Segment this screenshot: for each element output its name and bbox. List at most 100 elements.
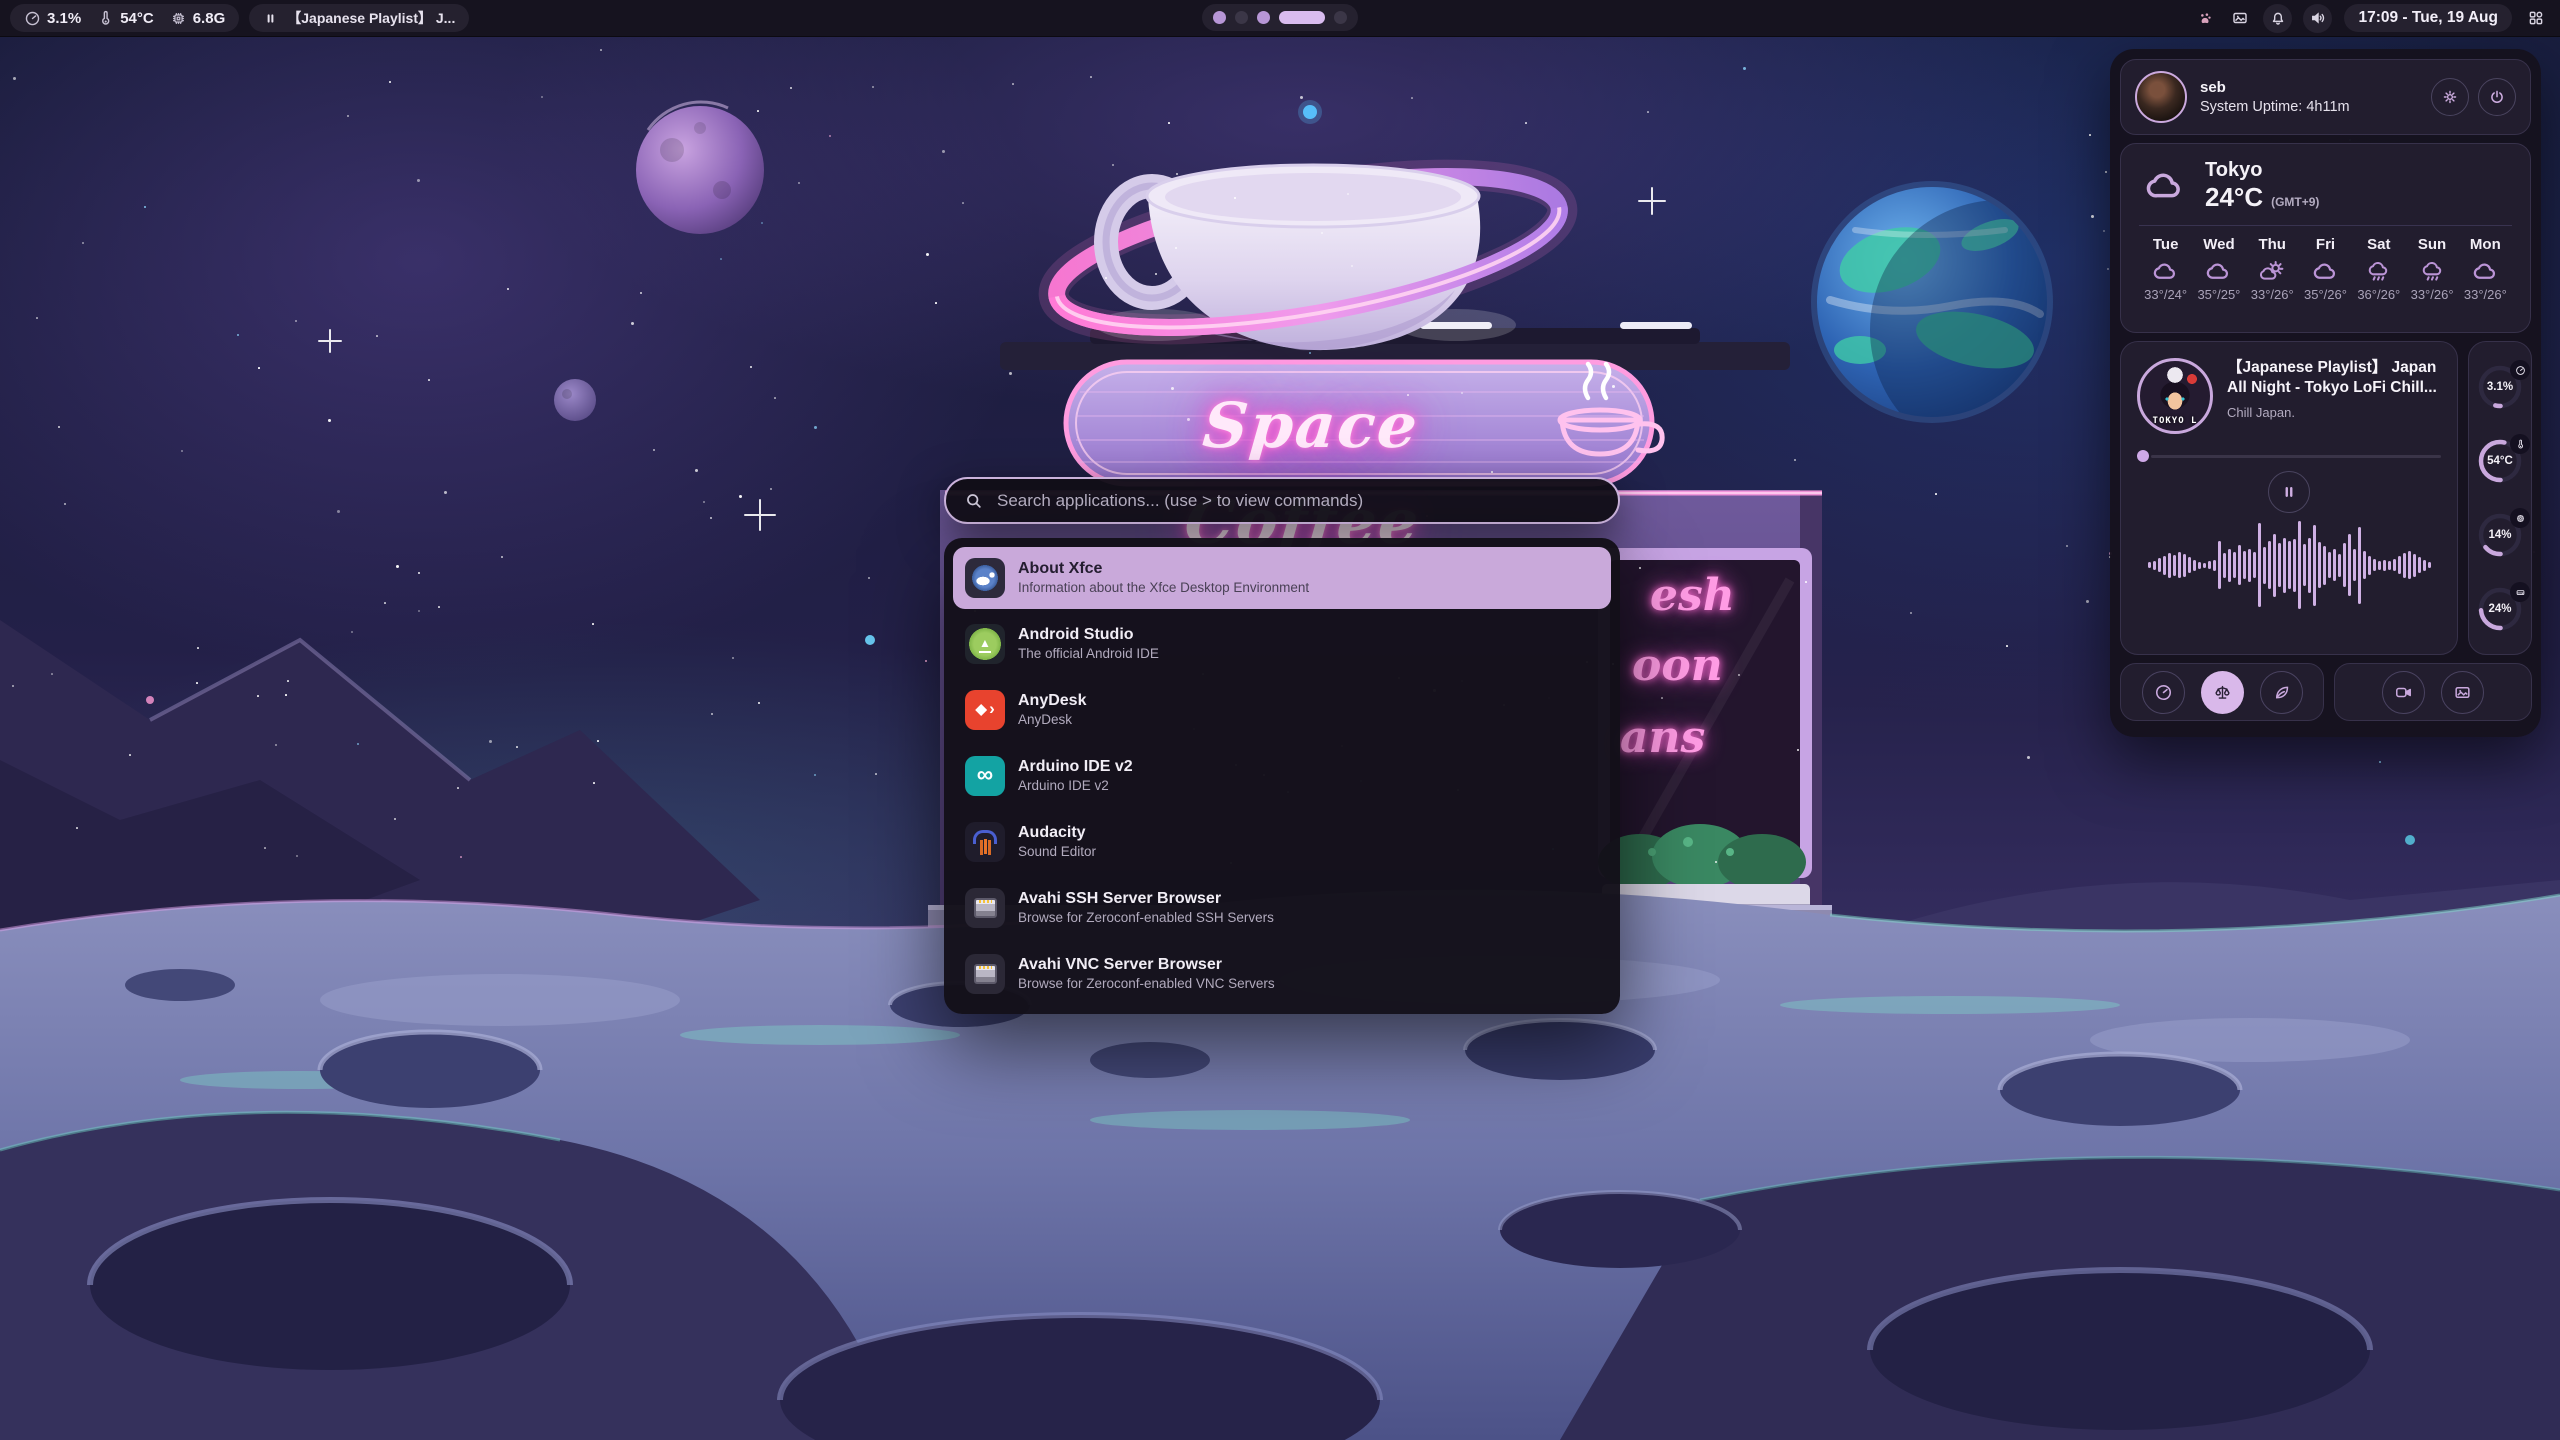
quick-toggle-button[interactable] bbox=[2382, 671, 2425, 714]
album-caption: TOKYO L bbox=[2140, 416, 2210, 426]
waveform-bar bbox=[2233, 552, 2236, 578]
weather-icon bbox=[2259, 258, 2286, 285]
cafe-window-sign: eshoonans bbox=[1598, 556, 1810, 872]
waveform-bar bbox=[2178, 552, 2181, 578]
forecast-day: Sat 36°/26° bbox=[2352, 236, 2405, 302]
overview-grid-icon[interactable] bbox=[2524, 6, 2548, 30]
workspace-dot[interactable] bbox=[1235, 11, 1248, 24]
waveform-bar bbox=[2418, 557, 2421, 573]
tray-icon[interactable] bbox=[2303, 4, 2332, 33]
waveform-bar bbox=[2168, 553, 2171, 578]
system-stats-pill: 3.1% 54°C 6.8G bbox=[10, 4, 239, 32]
tray-icons bbox=[2193, 4, 2332, 33]
pause-icon[interactable] bbox=[263, 11, 278, 26]
app-row[interactable]: Arduino IDE v2 Arduino IDE v2 bbox=[953, 745, 1611, 807]
stat-icon bbox=[97, 10, 114, 27]
quick-toggle-button[interactable] bbox=[2201, 671, 2244, 714]
weather-temperature: 24°C bbox=[2205, 182, 2263, 213]
quick-toggles-right bbox=[2334, 663, 2532, 721]
waveform-bar bbox=[2218, 541, 2221, 589]
workspace-dot[interactable] bbox=[1279, 11, 1325, 24]
tray-icon[interactable] bbox=[2193, 6, 2217, 30]
system-stat: 54°C bbox=[97, 10, 154, 27]
waveform-bar bbox=[2263, 547, 2266, 584]
workspace-dot[interactable] bbox=[1334, 11, 1347, 24]
waveform-bar bbox=[2188, 557, 2191, 573]
weather-icon bbox=[2365, 258, 2392, 285]
avatar[interactable] bbox=[2135, 71, 2187, 123]
weather-icon bbox=[2419, 258, 2446, 285]
window-sign-fragment: oon bbox=[1632, 640, 1723, 691]
forecast-day: Sun 33°/26° bbox=[2405, 236, 2458, 302]
waveform-bar bbox=[2323, 546, 2326, 585]
gauge-icon bbox=[2510, 434, 2530, 454]
quick-toggle-button[interactable] bbox=[2441, 671, 2484, 714]
waveform-bar bbox=[2193, 560, 2196, 571]
waveform-bar bbox=[2393, 559, 2396, 571]
stat-icon bbox=[24, 10, 41, 27]
app-description: Information about the Xfce Desktop Envir… bbox=[1018, 579, 1309, 597]
app-search-bar[interactable] bbox=[944, 477, 1620, 524]
search-input[interactable] bbox=[995, 490, 1600, 512]
tray-icon[interactable] bbox=[2228, 6, 2252, 30]
weather-icon bbox=[2205, 258, 2232, 285]
waveform-bar bbox=[2378, 561, 2381, 570]
clock[interactable]: 17:09 - Tue, 19 Aug bbox=[2344, 4, 2512, 32]
user-card: seb System Uptime: 4h11m bbox=[2120, 59, 2531, 135]
waveform-bar bbox=[2283, 538, 2286, 593]
quick-toggle-button[interactable] bbox=[2142, 671, 2185, 714]
waveform-bar bbox=[2223, 553, 2226, 578]
app-description: Sound Editor bbox=[1018, 843, 1096, 861]
toggle-icon bbox=[2394, 683, 2413, 702]
app-icon bbox=[965, 690, 1005, 730]
system-gauges: 3.1% 54°C 14% bbox=[2468, 341, 2532, 655]
system-stat: 3.1% bbox=[24, 10, 81, 27]
tray-icon[interactable] bbox=[2263, 4, 2292, 33]
progress-bar[interactable] bbox=[2137, 450, 2441, 462]
waveform-bar bbox=[2428, 562, 2431, 568]
app-row[interactable]: Audacity Sound Editor bbox=[953, 811, 1611, 873]
forecast-day: Thu 33°/26° bbox=[2246, 236, 2299, 302]
waveform-bar bbox=[2348, 534, 2351, 596]
app-row[interactable]: Avahi VNC Server Browser Browse for Zero… bbox=[953, 943, 1611, 1005]
app-row[interactable]: AnyDesk AnyDesk bbox=[953, 679, 1611, 741]
waveform-bar bbox=[2183, 554, 2186, 577]
gear-icon bbox=[2441, 88, 2459, 106]
sidebar-panel: seb System Uptime: 4h11m Tokyo 24°C (GMT… bbox=[2110, 49, 2541, 737]
waveform-bar bbox=[2403, 553, 2406, 578]
app-icon bbox=[965, 624, 1005, 664]
workspace-dot[interactable] bbox=[1213, 11, 1226, 24]
app-description: Browse for Zeroconf-enabled VNC Servers bbox=[1018, 975, 1275, 993]
app-row[interactable]: Android Studio The official Android IDE bbox=[953, 613, 1611, 675]
waveform-bar bbox=[2208, 561, 2211, 569]
app-description: AnyDesk bbox=[1018, 711, 1086, 729]
quick-toggle-button[interactable] bbox=[2260, 671, 2303, 714]
app-row[interactable]: About Xfce Information about the Xfce De… bbox=[953, 547, 1611, 609]
waveform-bar bbox=[2153, 561, 2156, 570]
settings-button[interactable] bbox=[2431, 78, 2469, 116]
waveform-bar bbox=[2293, 539, 2296, 592]
app-title: Android Studio bbox=[1018, 625, 1159, 645]
album-art[interactable]: TOKYO L bbox=[2137, 358, 2213, 434]
waveform-bar bbox=[2328, 552, 2331, 578]
workspace-dot[interactable] bbox=[1257, 11, 1270, 24]
app-icon bbox=[965, 954, 1005, 994]
app-title: Avahi SSH Server Browser bbox=[1018, 889, 1274, 909]
system-gauge: 3.1% bbox=[2477, 364, 2523, 410]
waveform-bar bbox=[2313, 525, 2316, 606]
now-playing-pill[interactable]: 【Japanese Playlist】 J... bbox=[249, 4, 469, 32]
progress-handle[interactable] bbox=[2137, 450, 2149, 462]
waveform-bar bbox=[2408, 551, 2411, 579]
now-playing-label: 【Japanese Playlist】 J... bbox=[287, 8, 455, 28]
forecast-day: Wed 35°/25° bbox=[2192, 236, 2245, 302]
user-name: seb bbox=[2200, 79, 2350, 96]
waveform-bar bbox=[2303, 544, 2306, 586]
waveform-bar bbox=[2258, 523, 2261, 607]
app-description: Arduino IDE v2 bbox=[1018, 777, 1133, 795]
app-row[interactable]: Avahi SSH Server Browser Browse for Zero… bbox=[953, 877, 1611, 939]
waveform-bar bbox=[2363, 551, 2366, 579]
power-button[interactable] bbox=[2478, 78, 2516, 116]
toggle-icon bbox=[2272, 683, 2291, 702]
weather-icon bbox=[2152, 258, 2179, 285]
pause-button[interactable] bbox=[2268, 471, 2310, 513]
